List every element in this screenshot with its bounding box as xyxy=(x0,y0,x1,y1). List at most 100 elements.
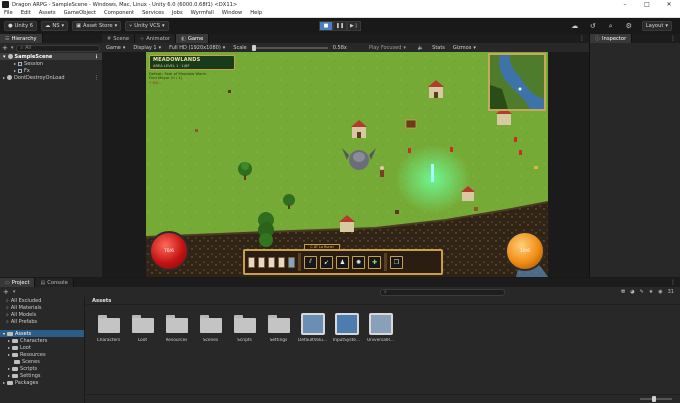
resolution-dropdown[interactable]: Full HD (1920x1080) ▾ xyxy=(165,45,229,51)
chevron-right-icon[interactable]: ▸ xyxy=(8,338,10,343)
vcs-button[interactable]: ⑂ Unity VCS ▾ xyxy=(125,21,169,31)
icon-size-slider-handle[interactable] xyxy=(652,396,656,402)
breadcrumb[interactable]: Assets xyxy=(86,297,680,305)
close-button[interactable]: ✕ xyxy=(658,0,680,9)
asset-loot[interactable]: Loot xyxy=(130,313,155,343)
account-button[interactable]: ● Unity 6 xyxy=(4,21,38,31)
asset-store-button[interactable]: ▣ Asset Store ▾ xyxy=(72,21,122,31)
filter-label-icon[interactable]: ✎ xyxy=(640,289,644,295)
skill-slash-icon[interactable]: ⫽ xyxy=(304,255,317,269)
asset-settings[interactable]: Settings xyxy=(266,313,291,343)
tab-console[interactable]: ▤ Console xyxy=(35,278,74,287)
icon-size-slider[interactable] xyxy=(640,396,672,402)
menu-wyrmfall[interactable]: Wyrmfall xyxy=(187,10,218,16)
stats-button[interactable]: Stats xyxy=(428,45,449,51)
hierarchy-search-input[interactable]: ⌕ All xyxy=(16,44,100,52)
chevron-down-icon[interactable]: ▾ xyxy=(3,54,6,60)
ns-button[interactable]: ☁ NS ▾ xyxy=(41,21,69,31)
maximize-button[interactable]: □ xyxy=(636,0,658,9)
tree-item-loot[interactable]: ▸ Loot xyxy=(0,344,84,351)
more-icon[interactable]: ⋮ xyxy=(94,54,99,60)
card-slot-1[interactable] xyxy=(248,256,255,268)
menu-jobs[interactable]: Jobs xyxy=(168,10,187,16)
star-icon[interactable]: ★ xyxy=(649,289,653,295)
game-mode-dropdown[interactable]: Game ▾ xyxy=(102,45,129,51)
step-button[interactable]: ▶❘ xyxy=(347,21,361,31)
gizmos-dropdown[interactable]: Gizmos ▾ xyxy=(449,45,480,51)
card-slot-4[interactable] xyxy=(278,256,285,268)
card-slot-5[interactable] xyxy=(288,256,295,268)
more-icon[interactable]: ⋮ xyxy=(670,279,676,286)
more-icon[interactable]: ⋮ xyxy=(94,75,99,81)
search-all-materials[interactable]: ⌕ All Materials xyxy=(0,304,84,311)
menu-assets[interactable]: Assets xyxy=(35,10,60,16)
more-icon[interactable]: ⋮ xyxy=(670,35,676,42)
tree-item-assets[interactable]: ▾ Assets xyxy=(0,330,84,337)
tab-project[interactable]: ▭ Project xyxy=(0,278,36,287)
pause-button[interactable]: ❚❚ xyxy=(333,21,347,31)
menu-services[interactable]: Services xyxy=(138,10,168,16)
tree-item-scenes[interactable]: Scenes xyxy=(0,358,84,365)
card-slot-3[interactable] xyxy=(268,256,275,268)
menu-component[interactable]: Component xyxy=(100,10,138,16)
tab-animator[interactable]: ⊹ Animator xyxy=(135,34,177,43)
scale-slider-handle[interactable] xyxy=(251,44,256,51)
asset-scenes[interactable]: Scenes xyxy=(198,313,223,343)
minimize-button[interactable]: – xyxy=(614,0,636,9)
chevron-right-icon[interactable]: ▸ xyxy=(3,380,5,385)
skill-potion-icon[interactable]: ❐ xyxy=(390,255,403,269)
tree-item-resources[interactable]: ▸ Resources xyxy=(0,351,84,358)
card-slot-2[interactable] xyxy=(258,256,265,268)
chevron-right-icon[interactable]: ▸ xyxy=(8,352,10,357)
chevron-down-icon[interactable]: ▾ xyxy=(13,289,16,295)
hierarchy-row-session[interactable]: ▸ Session xyxy=(0,60,102,67)
tab-inspector[interactable]: ⓘ Inspector xyxy=(590,34,633,43)
add-icon[interactable]: + xyxy=(3,288,9,296)
settings-icon[interactable]: ⚙ xyxy=(624,21,634,31)
chevron-down-icon[interactable]: ▾ xyxy=(11,45,14,51)
menu-file[interactable]: File xyxy=(0,10,17,16)
asset-scripts[interactable]: Scripts xyxy=(232,313,257,343)
hierarchy-row-fx[interactable]: ▸ Fx xyxy=(0,67,102,74)
tree-item-packages[interactable]: ▸ Packages xyxy=(0,379,84,386)
tree-item-settings[interactable]: ▸ Settings xyxy=(0,372,84,379)
search-icon[interactable]: ⌕ xyxy=(606,21,616,31)
more-icon[interactable]: ⋮ xyxy=(579,35,585,42)
filter-type-icon[interactable]: ◕ xyxy=(630,289,634,295)
search-all-excluded[interactable]: ⌕ All Excluded xyxy=(0,297,84,304)
menu-edit[interactable]: Edit xyxy=(17,10,35,16)
scale-slider[interactable] xyxy=(251,44,328,51)
hierarchy-row-scene[interactable]: ▾ SampleScene ⋮ xyxy=(0,53,102,60)
play-focused-dropdown[interactable]: Play Focused ▾ xyxy=(365,45,410,51)
lock-icon[interactable]: ⛃ xyxy=(621,289,625,295)
add-icon[interactable]: + xyxy=(2,44,8,52)
cloud-services-icon[interactable]: ☁ xyxy=(570,21,580,31)
skill-heal-icon[interactable]: ✚ xyxy=(368,255,381,269)
chevron-right-icon[interactable]: ▸ xyxy=(8,345,10,350)
asset-characters[interactable]: Characters xyxy=(96,313,121,343)
eye-icon[interactable]: ◉ xyxy=(658,289,662,295)
tab-scene[interactable]: # Scene xyxy=(102,34,136,43)
chevron-down-icon[interactable]: ▾ xyxy=(3,331,5,336)
skill-summon-icon[interactable]: ♟ xyxy=(336,255,349,269)
tab-game[interactable]: ◧ Game xyxy=(176,34,210,43)
game-viewport[interactable]: MEADOWLANDS AREA LEVEL 1 · 1/6F Defeat: … xyxy=(146,52,548,277)
skill-burst-icon[interactable]: ✺ xyxy=(352,255,365,269)
search-all-models[interactable]: ⌕ All Models xyxy=(0,311,84,318)
history-icon[interactable]: ↺ xyxy=(588,21,598,31)
project-search-input[interactable]: ⌕ xyxy=(380,288,505,296)
menu-help[interactable]: Help xyxy=(246,10,266,16)
asset-resources[interactable]: Resources xyxy=(164,313,189,343)
asset-input-system[interactable]: InputSyste... xyxy=(333,313,360,343)
chevron-right-icon[interactable]: ▸ xyxy=(3,75,5,80)
minimap[interactable] xyxy=(488,53,546,111)
search-all-prefabs[interactable]: ⌕ All Prefabs xyxy=(0,318,84,325)
display-dropdown[interactable]: Display 1 ▾ xyxy=(129,45,165,51)
layout-dropdown[interactable]: Layout ▾ xyxy=(641,21,672,31)
skill-dash-icon[interactable]: ➹ xyxy=(320,255,333,269)
chevron-right-icon[interactable]: ▸ xyxy=(14,61,16,66)
tree-item-characters[interactable]: ▸ Characters xyxy=(0,337,84,344)
tab-hierarchy[interactable]: ☰ Hierarchy xyxy=(0,34,43,43)
play-button[interactable]: ■ xyxy=(319,21,333,31)
chevron-right-icon[interactable]: ▸ xyxy=(8,366,10,371)
